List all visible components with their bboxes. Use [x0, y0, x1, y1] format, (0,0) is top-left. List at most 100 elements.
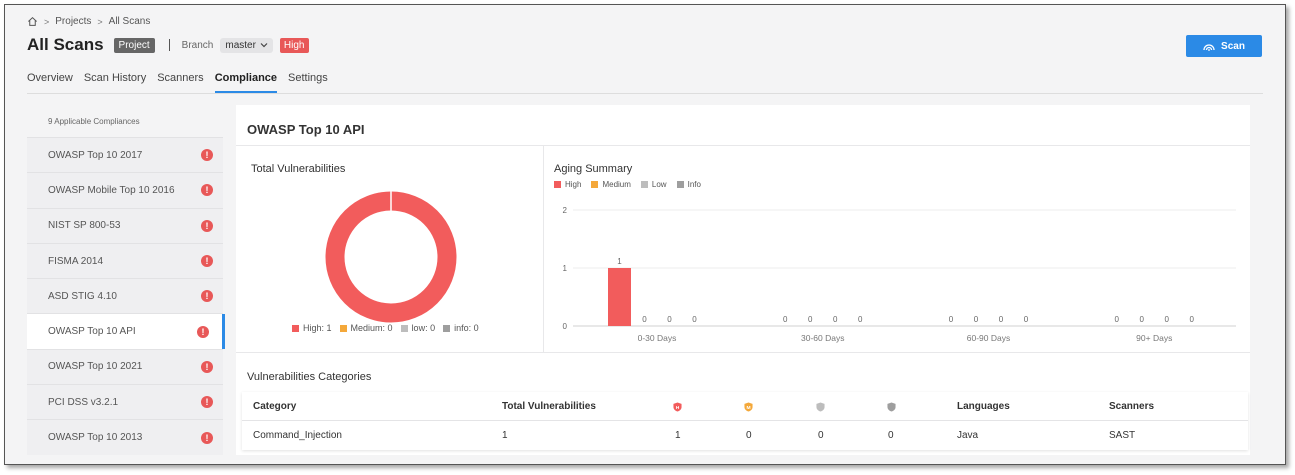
bar-data-label: 1	[617, 257, 622, 266]
bar-data-label: 0	[949, 315, 954, 324]
aging-summary-title: Aging Summary	[554, 163, 633, 175]
legend-swatch	[640, 181, 648, 188]
col-category[interactable]: Category	[253, 392, 296, 421]
sidebar-item-label: OWASP Top 10 2013	[48, 432, 143, 444]
app-window: > Projects > All Scans All Scans Project…	[4, 4, 1286, 465]
branch-select[interactable]: master	[220, 37, 273, 53]
table-row[interactable]: Command_Injection 1 1 0 0 0 Java SAST	[242, 421, 1248, 450]
severity-badge: High	[279, 37, 309, 53]
alert-icon: !	[201, 290, 213, 303]
alert-icon: !	[201, 360, 213, 373]
legend-high[interactable]: High: 1	[292, 323, 332, 333]
tab-scanners[interactable]: Scanners	[157, 72, 203, 93]
charts-bottom-line	[236, 352, 1250, 353]
bar-data-label: 0	[999, 315, 1004, 324]
alert-icon: !	[201, 149, 213, 162]
x-tick-label: 30-60 Days	[801, 333, 844, 343]
bar-data-label: 0	[858, 315, 863, 324]
categories-table: Category Total Vulnerabilities H M Langu…	[242, 392, 1248, 450]
chevron-right-icon: >	[97, 16, 103, 27]
cell-scanners: SAST	[1109, 430, 1136, 441]
legend-swatch	[591, 181, 599, 188]
tab-compliance[interactable]: Compliance	[214, 72, 278, 93]
legend-medium[interactable]: Medium	[591, 180, 631, 189]
compliance-title: OWASP Top 10 API	[247, 122, 365, 137]
cell-high: 1	[675, 430, 681, 441]
col-low[interactable]	[816, 392, 825, 421]
branch-value: master	[225, 39, 256, 51]
y-tick-label: 1	[563, 264, 568, 273]
bar-data-label: 0	[1165, 315, 1170, 324]
bar-data-label: 0	[783, 315, 788, 324]
title-divider-line	[236, 145, 1250, 146]
home-icon[interactable]	[27, 16, 38, 27]
sidebar-item-nist-sp-800-53[interactable]: NIST SP 800-53!	[27, 207, 223, 243]
sidebar-item-owasp-top-10-2017[interactable]: OWASP Top 10 2017!	[27, 137, 223, 173]
sidebar-item-label: OWASP Top 10 2017	[48, 149, 143, 161]
legend-label: High	[565, 180, 582, 189]
sidebar-item-asd-stig-4-10[interactable]: ASD STIG 4.10!	[27, 278, 223, 314]
sidebar-item-owasp-top-10-2021[interactable]: OWASP Top 10 2021!	[27, 348, 223, 385]
breadcrumb-projects[interactable]: Projects	[55, 16, 91, 27]
bar-data-label: 0	[833, 315, 838, 324]
legend-high[interactable]: High	[554, 180, 581, 189]
sidebar-item-label: PCI DSS v3.2.1	[48, 396, 119, 408]
sidebar-item-owasp-top-10-2013[interactable]: OWASP Top 10 2013!	[27, 419, 223, 455]
sidebar-item-owasp-top-10-api[interactable]: OWASP Top 10 API!	[27, 313, 225, 350]
bar-high[interactable]	[608, 268, 631, 326]
sidebar-item-fisma-2014[interactable]: FISMA 2014!	[27, 242, 223, 279]
total-vulnerabilities-title: Total Vulnerabilities	[251, 163, 346, 175]
title-divider	[168, 39, 170, 51]
tab-overview[interactable]: Overview	[27, 72, 73, 93]
col-high[interactable]: H	[673, 392, 682, 421]
svg-text:H: H	[676, 404, 680, 410]
breadcrumb: > Projects > All Scans	[27, 16, 150, 27]
sidebar-item-label: OWASP Top 10 2021	[48, 361, 143, 373]
compliance-detail-panel: OWASP Top 10 API Total Vulnerabilities H…	[236, 105, 1250, 455]
legend-swatch	[292, 324, 299, 332]
alert-icon: !	[201, 219, 213, 232]
sidebar-item-pci-dss-v3-2-1[interactable]: PCI DSS v3.2.1!	[27, 384, 223, 420]
col-medium[interactable]: M	[744, 392, 753, 421]
x-tick-label: 0-30 Days	[638, 333, 677, 343]
breadcrumb-all-scans: All Scans	[108, 16, 151, 27]
col-languages[interactable]: Languages	[957, 392, 1010, 421]
sidebar-item-label: OWASP Top 10 API	[48, 326, 136, 338]
col-scanners[interactable]: Scanners	[1109, 392, 1154, 421]
bar-data-label: 0	[667, 315, 672, 324]
legend-label: Info	[687, 180, 701, 189]
bar-data-label: 0	[974, 315, 979, 324]
legend-medium[interactable]: Medium: 0	[339, 323, 393, 333]
cell-medium: 0	[746, 430, 752, 441]
tabs-divider	[27, 93, 1263, 94]
bar-data-label: 0	[1115, 315, 1120, 324]
col-total[interactable]: Total Vulnerabilities	[502, 392, 596, 421]
legend-low[interactable]: Low	[640, 180, 667, 189]
legend-low[interactable]: low: 0	[400, 323, 435, 333]
bar-data-label: 0	[808, 315, 813, 324]
donut-slice-high[interactable]	[325, 191, 457, 323]
x-tick-label: 60-90 Days	[967, 333, 1010, 343]
tab-scan-history[interactable]: Scan History	[84, 72, 146, 93]
y-tick-label: 2	[563, 206, 568, 215]
scan-button[interactable]: Scan	[1186, 35, 1262, 57]
bar-data-label: 0	[1190, 315, 1195, 324]
medium-shield-icon: M	[744, 402, 753, 411]
tab-settings[interactable]: Settings	[288, 72, 328, 93]
legend-label: High: 1	[303, 323, 332, 333]
donut-legend: High: 1 Medium: 0 low: 0 info: 0	[292, 323, 479, 333]
tab-bar: Overview Scan History Scanners Complianc…	[27, 72, 339, 93]
legend-info[interactable]: Info	[676, 180, 701, 189]
bar-data-label: 0	[1140, 315, 1145, 324]
sidebar-item-label: ASD STIG 4.10	[48, 290, 117, 302]
page-title: All Scans	[27, 35, 104, 54]
alert-icon: !	[201, 396, 213, 409]
legend-swatch	[339, 324, 347, 332]
low-shield-icon	[816, 402, 825, 411]
col-info[interactable]	[887, 392, 896, 421]
bar-data-label: 0	[692, 315, 697, 324]
alert-icon: !	[201, 184, 213, 197]
total-vulnerabilities-donut	[325, 191, 457, 323]
sidebar-item-owasp-mobile-top-10-2016[interactable]: OWASP Mobile Top 10 2016!	[27, 172, 223, 208]
legend-info[interactable]: info: 0	[443, 323, 479, 333]
